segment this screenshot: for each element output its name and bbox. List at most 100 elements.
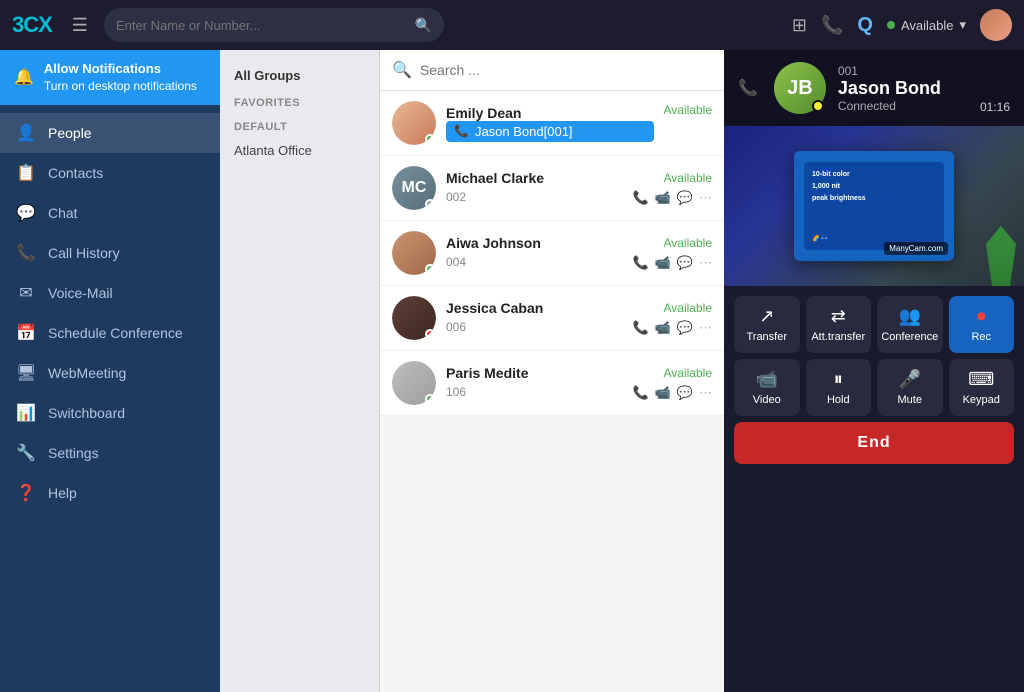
status-indicator	[887, 21, 895, 29]
list-item[interactable]: MC Michael Clarke Available 002 📞 📹 💬	[380, 156, 724, 221]
sidebar-item-people[interactable]: 👤 People	[0, 113, 220, 153]
sidebar-label-chat: Chat	[48, 205, 78, 221]
avatar-status-aiwa	[425, 264, 435, 274]
end-call-button[interactable]: End	[734, 422, 1014, 464]
call-contact-avatar: JB	[774, 62, 826, 114]
sidebar-item-schedule-conference[interactable]: 📅 Schedule Conference	[0, 313, 220, 353]
contacts-icon: 📋	[16, 163, 36, 183]
more-action[interactable]: ⋯	[699, 190, 712, 206]
hold-icon: ⏸	[834, 369, 843, 390]
sidebar-item-voicemail[interactable]: ✉ Voice-Mail	[0, 273, 220, 313]
sidebar-label-people: People	[48, 125, 92, 141]
search-icon: 🔍	[415, 17, 432, 34]
more-action[interactable]: ⋯	[699, 320, 712, 336]
chat-action[interactable]: 💬	[677, 320, 693, 336]
transfer-button[interactable]: ↗ Transfer	[734, 296, 800, 353]
video-placeholder: 10-bit color 1,000 nit peak brightness 🌈…	[724, 126, 1024, 286]
contacts-search-bar: 🔍	[380, 50, 724, 91]
video-action[interactable]: 📹	[655, 190, 671, 206]
transfer-label: Transfer	[746, 331, 787, 343]
sidebar-item-chat[interactable]: 💬 Chat	[0, 193, 220, 233]
video-action[interactable]: 📹	[655, 320, 671, 336]
avatar-status-jessica	[425, 329, 435, 339]
user-avatar-img	[980, 9, 1012, 41]
user-avatar[interactable]	[980, 9, 1012, 41]
att-transfer-label: Att.transfer	[811, 331, 865, 343]
all-groups-title[interactable]: All Groups	[220, 62, 379, 89]
notification-banner[interactable]: 🔔 Allow Notifications Turn on desktop no…	[0, 50, 220, 105]
chat-action[interactable]: 💬	[677, 255, 693, 271]
call-controls: ↗ Transfer ⇄ Att.transfer 👥 Conference ⏺…	[724, 286, 1024, 474]
voicemail-icon: ✉	[16, 283, 36, 303]
settings-icon: 🔧	[16, 443, 36, 463]
contact-avatar-michael: MC	[392, 166, 436, 210]
call-name: Jason Bond	[838, 78, 968, 99]
contact-name-michael: Michael Clarke	[446, 170, 544, 186]
status-selector[interactable]: Available ▾	[887, 17, 966, 33]
conference-button[interactable]: 👥 Conference	[877, 296, 943, 353]
contact-avatar-jessica	[392, 296, 436, 340]
active-call-indicator: 📞 Jason Bond[001]	[446, 121, 654, 142]
menu-icon[interactable]: ☰	[72, 15, 88, 36]
list-item[interactable]: Emily Dean 📞 Jason Bond[001] Available	[380, 91, 724, 156]
phone-action[interactable]: 📞	[632, 385, 648, 401]
notification-subtitle: Turn on desktop notifications	[44, 78, 197, 95]
video-button[interactable]: 📹 Video	[734, 359, 800, 416]
contacts-panel: 🔍 Emily Dean 📞 Jason Bond[001] Av	[380, 50, 724, 692]
contact-avatar-emily	[392, 101, 436, 145]
mute-button[interactable]: 🎤 Mute	[877, 359, 943, 416]
sidebar-item-call-history[interactable]: 📞 Call History	[0, 233, 220, 273]
group-panel: All Groups FAVORITES DEFAULT Atlanta Off…	[220, 50, 380, 692]
conference-icon: 👥	[899, 306, 921, 327]
call-video-area: 10-bit color 1,000 nit peak brightness 🌈…	[724, 126, 1024, 286]
call-timer: 01:16	[980, 100, 1010, 114]
chat-icon: 💬	[16, 203, 36, 223]
call-panel: 📞 JB 001 Jason Bond Connected 01:16 10-b…	[724, 50, 1024, 692]
contacts-search-icon: 🔍	[392, 60, 412, 80]
video-action[interactable]: 📹	[655, 255, 671, 271]
list-item[interactable]: Aiwa Johnson Available 004 📞 📹 💬 ⋯	[380, 221, 724, 286]
monitor-screen: 10-bit color 1,000 nit peak brightness 🌈…	[804, 162, 944, 250]
contact-ext-michael: 002	[446, 190, 466, 204]
more-action[interactable]: ⋯	[699, 255, 712, 271]
list-item[interactable]: Paris Medite Available 106 📞 📹 💬 ⋯	[380, 351, 724, 416]
main-area: 🔔 Allow Notifications Turn on desktop no…	[0, 50, 1024, 692]
sidebar-label-voicemail: Voice-Mail	[48, 285, 113, 301]
hold-button[interactable]: ⏸ Hold	[806, 359, 872, 416]
global-search-bar: 🔍	[104, 8, 444, 42]
contacts-search-input[interactable]	[420, 62, 712, 78]
sidebar-item-webmeeting[interactable]: 🖥 WebMeeting	[0, 353, 220, 393]
sidebar-label-settings: Settings	[48, 445, 99, 461]
sidebar-item-switchboard[interactable]: 📊 Switchboard	[0, 393, 220, 433]
video-action[interactable]: 📹	[655, 385, 671, 401]
chat-action[interactable]: 💬	[677, 190, 693, 206]
att-transfer-button[interactable]: ⇄ Att.transfer	[806, 296, 872, 353]
chat-action[interactable]: 💬	[677, 385, 693, 401]
phone-action[interactable]: 📞	[632, 190, 648, 206]
contact-ext-jessica: 006	[446, 320, 466, 334]
call-phone-header-icon: 📞	[738, 78, 758, 98]
sidebar-label-schedule-conference: Schedule Conference	[48, 325, 183, 341]
call-info: 001 Jason Bond Connected	[838, 64, 968, 113]
att-transfer-icon: ⇄	[831, 306, 846, 327]
more-action[interactable]: ⋯	[699, 385, 712, 401]
list-item[interactable]: Jessica Caban Available 006 📞 📹 💬 ⋯	[380, 286, 724, 351]
phone-action[interactable]: 📞	[632, 320, 648, 336]
sidebar-item-help[interactable]: ❓ Help	[0, 473, 220, 513]
sidebar-item-settings[interactable]: 🔧 Settings	[0, 433, 220, 473]
topbar-actions: ⊞ 📞 Q Available ▾	[792, 9, 1012, 41]
michael-status: Available	[664, 171, 712, 185]
global-search-input[interactable]	[116, 18, 409, 33]
keypad-button[interactable]: ⌨ Keypad	[949, 359, 1015, 416]
group-item-atlanta[interactable]: Atlanta Office	[220, 137, 379, 164]
grid-icon[interactable]: ⊞	[792, 15, 807, 36]
notification-text: Allow Notifications Turn on desktop noti…	[44, 60, 197, 95]
sidebar-label-call-history: Call History	[48, 245, 120, 261]
hold-label: Hold	[827, 394, 850, 406]
q-icon[interactable]: Q	[857, 14, 873, 37]
phone-action[interactable]: 📞	[632, 255, 648, 271]
aiwa-actions: 📞 📹 💬 ⋯	[632, 255, 712, 271]
sidebar-item-contacts[interactable]: 📋 Contacts	[0, 153, 220, 193]
rec-button[interactable]: ⏺ Rec	[949, 296, 1015, 353]
phone-icon[interactable]: 📞	[821, 15, 843, 36]
